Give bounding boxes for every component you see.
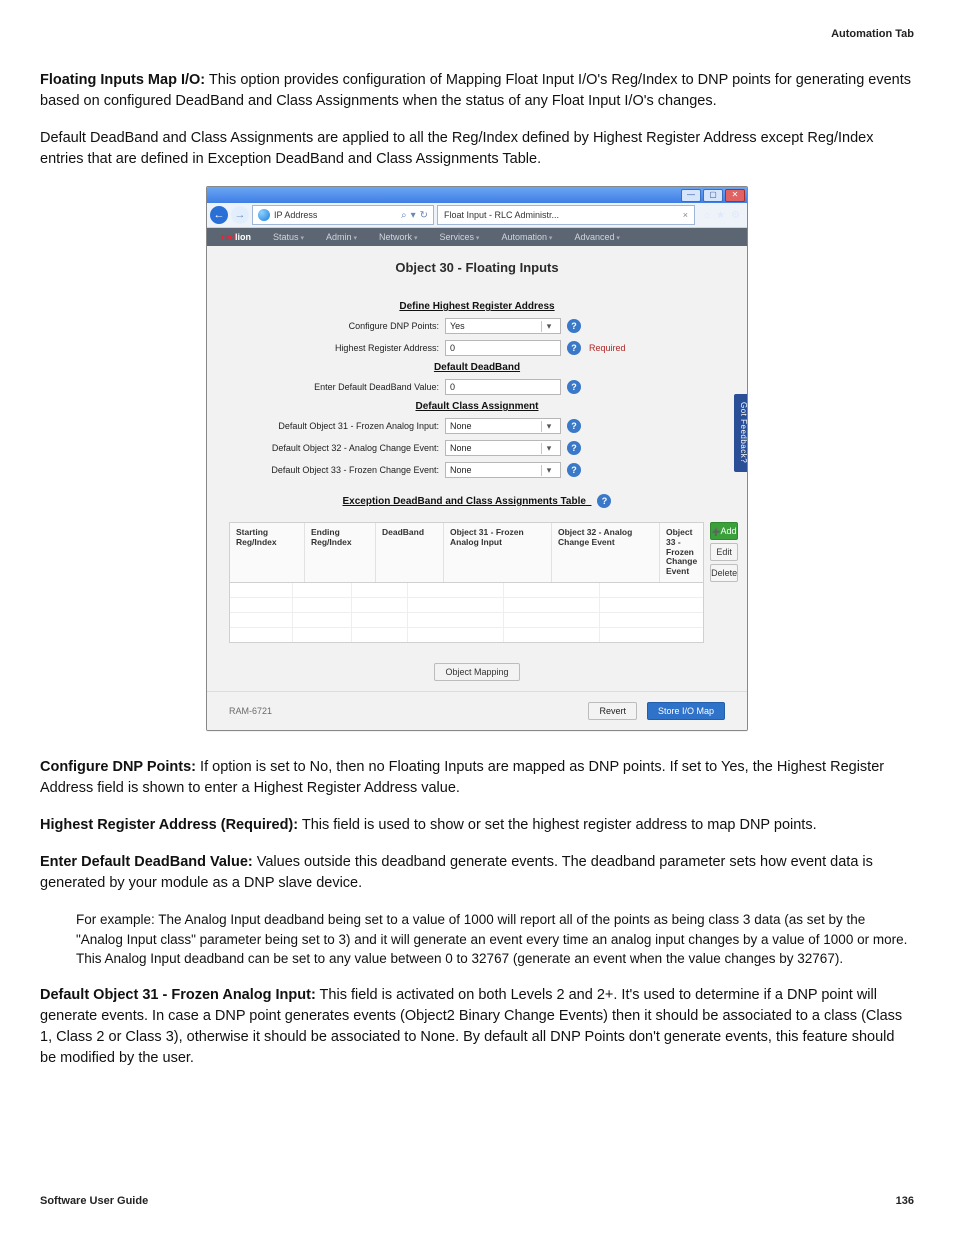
object-mapping-button[interactable]: Object Mapping bbox=[434, 663, 519, 681]
section-define-highest: Define Highest Register Address bbox=[229, 301, 725, 312]
th-starting: Starting Reg/Index bbox=[230, 523, 305, 582]
add-button[interactable]: Add bbox=[710, 522, 738, 540]
app-menubar: redlion Status Admin Network Services Au… bbox=[207, 228, 747, 246]
para-highest-register-bold: Highest Register Address (Required): bbox=[40, 817, 298, 833]
ie-icon bbox=[258, 209, 270, 221]
favorites-icon[interactable]: ★ bbox=[716, 210, 725, 221]
nav-forward-button[interactable]: → bbox=[231, 206, 249, 224]
required-label: Required bbox=[589, 343, 626, 353]
select-obj32-value: None bbox=[450, 443, 472, 453]
section-default-deadband: Default DeadBand bbox=[229, 362, 725, 373]
menu-network[interactable]: Network bbox=[379, 232, 417, 242]
address-text: IP Address bbox=[274, 210, 317, 220]
input-default-deadband[interactable]: 0 bbox=[445, 379, 561, 395]
para-default-deadband: Default DeadBand and Class Assignments a… bbox=[40, 128, 914, 170]
section-default-class: Default Class Assignment bbox=[229, 401, 725, 412]
select-obj33[interactable]: None ▾ bbox=[445, 462, 561, 478]
brand-logo: redlion bbox=[221, 232, 251, 242]
para-floating-inputs-bold: Floating Inputs Map I/O: bbox=[40, 72, 205, 88]
browser-tab[interactable]: Float Input - RLC Administr... × bbox=[437, 205, 695, 225]
window-titlebar: — ▢ ✕ bbox=[207, 187, 747, 203]
label-highest-register: Highest Register Address: bbox=[229, 343, 445, 353]
th-deadband: DeadBand bbox=[376, 523, 444, 582]
th-obj32: Object 32 - Analog Change Event bbox=[552, 523, 660, 582]
device-model: RAM-6721 bbox=[229, 706, 272, 716]
nav-back-button[interactable]: ← bbox=[210, 206, 228, 224]
browser-address-row: ← → IP Address ⌕ ▾ ↻ Float Input - RLC A… bbox=[207, 203, 747, 228]
store-button[interactable]: Store I/O Map bbox=[647, 702, 725, 720]
footer-guide: Software User Guide bbox=[40, 1195, 148, 1207]
menu-admin[interactable]: Admin bbox=[326, 232, 357, 242]
help-icon[interactable]: ? bbox=[567, 319, 581, 333]
device-footer: RAM-6721 Revert Store I/O Map bbox=[207, 691, 747, 730]
tab-title: Float Input - RLC Administr... bbox=[444, 210, 559, 220]
input-highest-register[interactable]: 0 bbox=[445, 340, 561, 356]
chevron-down-icon: ▾ bbox=[541, 443, 556, 454]
menu-automation[interactable]: Automation bbox=[501, 232, 552, 242]
select-configure-dnp[interactable]: Yes ▾ bbox=[445, 318, 561, 334]
edit-button[interactable]: Edit bbox=[710, 543, 738, 561]
label-obj31: Default Object 31 - Frozen Analog Input: bbox=[229, 421, 445, 431]
help-icon[interactable]: ? bbox=[567, 463, 581, 477]
refresh-icon[interactable]: ↻ bbox=[420, 210, 428, 221]
para-highest-register-rest: This field is used to show or set the hi… bbox=[298, 817, 817, 833]
select-obj31-value: None bbox=[450, 421, 472, 431]
para-obj31-bold: Default Object 31 - Frozen Analog Input: bbox=[40, 987, 316, 1003]
help-icon[interactable]: ? bbox=[567, 419, 581, 433]
select-configure-dnp-value: Yes bbox=[450, 321, 465, 331]
window-close-button[interactable]: ✕ bbox=[725, 189, 745, 202]
delete-button[interactable]: Delete bbox=[710, 564, 738, 582]
section-exception-table: Exception DeadBand and Class Assignments… bbox=[229, 494, 725, 508]
page-title: Object 30 - Floating Inputs bbox=[229, 260, 725, 275]
home-icon[interactable]: ⌂ bbox=[704, 210, 710, 221]
label-obj32: Default Object 32 - Analog Change Event: bbox=[229, 443, 445, 453]
select-obj31[interactable]: None ▾ bbox=[445, 418, 561, 434]
para-enter-default-deadband-bold: Enter Default DeadBand Value: bbox=[40, 854, 253, 870]
menu-status[interactable]: Status bbox=[273, 232, 304, 242]
select-obj32[interactable]: None ▾ bbox=[445, 440, 561, 456]
select-obj33-value: None bbox=[450, 465, 472, 475]
help-icon[interactable]: ? bbox=[567, 380, 581, 394]
chevron-down-icon: ▾ bbox=[541, 321, 556, 332]
page-section-header: Automation Tab bbox=[40, 28, 914, 40]
footer-page-number: 136 bbox=[896, 1195, 914, 1207]
tab-close-icon[interactable]: × bbox=[683, 210, 688, 220]
para-highest-register: Highest Register Address (Required): Thi… bbox=[40, 815, 914, 836]
address-bar[interactable]: IP Address ⌕ ▾ ↻ bbox=[252, 205, 434, 225]
embedded-screenshot: — ▢ ✕ ← → IP Address ⌕ ▾ ↻ Float Inpu bbox=[206, 186, 748, 731]
chevron-down-icon: ▾ bbox=[541, 465, 556, 476]
para-configure-dnp: Configure DNP Points: If option is set t… bbox=[40, 757, 914, 799]
settings-icon[interactable]: ⚙ bbox=[731, 210, 740, 221]
help-icon[interactable]: ? bbox=[567, 341, 581, 355]
window-max-button[interactable]: ▢ bbox=[703, 189, 723, 202]
th-ending: Ending Reg/Index bbox=[305, 523, 376, 582]
th-obj31: Object 31 - Frozen Analog Input bbox=[444, 523, 552, 582]
label-obj33: Default Object 33 - Frozen Change Event: bbox=[229, 465, 445, 475]
label-configure-dnp: Configure DNP Points: bbox=[229, 321, 445, 331]
help-icon[interactable]: ? bbox=[597, 494, 611, 508]
help-icon[interactable]: ? bbox=[567, 441, 581, 455]
menu-services[interactable]: Services bbox=[439, 232, 479, 242]
th-obj33: Object 33 - Frozen Change Event bbox=[660, 523, 703, 582]
chevron-down-icon: ▾ bbox=[541, 421, 556, 432]
para-configure-dnp-bold: Configure DNP Points: bbox=[40, 759, 196, 775]
label-default-deadband: Enter Default DeadBand Value: bbox=[229, 382, 445, 392]
menu-advanced[interactable]: Advanced bbox=[574, 232, 620, 242]
para-floating-inputs: Floating Inputs Map I/O: This option pro… bbox=[40, 70, 914, 112]
search-icon[interactable]: ⌕ bbox=[401, 210, 407, 221]
revert-button[interactable]: Revert bbox=[588, 702, 637, 720]
para-obj31: Default Object 31 - Frozen Analog Input:… bbox=[40, 985, 914, 1069]
feedback-tab[interactable]: Got Feedback? bbox=[734, 394, 748, 472]
para-example: For example: The Analog Input deadband b… bbox=[76, 910, 914, 969]
browser-toolbar-icons: ⌂ ★ ⚙ bbox=[698, 210, 744, 221]
window-min-button[interactable]: — bbox=[681, 189, 701, 202]
exception-table: Starting Reg/Index Ending Reg/Index Dead… bbox=[229, 522, 704, 643]
para-enter-default-deadband: Enter Default DeadBand Value: Values out… bbox=[40, 852, 914, 894]
